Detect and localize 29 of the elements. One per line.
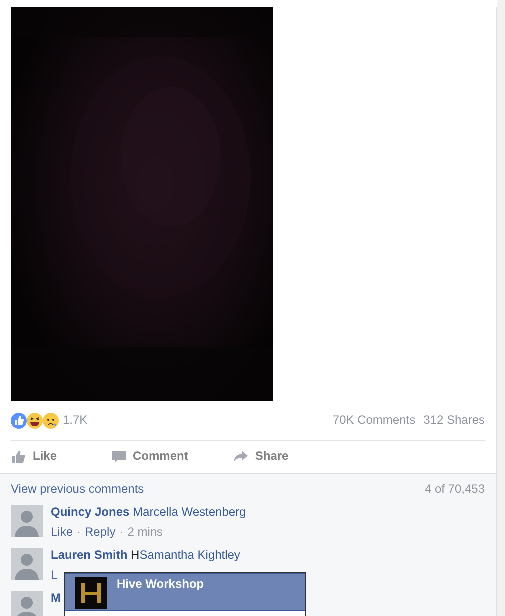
shares-count[interactable]: 312 Shares — [424, 413, 485, 428]
comment-text: Quincy Jones Marcella Westenberg — [51, 505, 246, 520]
separator-dot: · — [120, 525, 124, 540]
like-icon — [11, 448, 27, 464]
share-icon — [233, 448, 250, 464]
avatar[interactable] — [11, 591, 43, 616]
mention-suggestion[interactable]: Hive Workshop — [65, 573, 305, 611]
view-previous-comments-link[interactable]: View previous comments — [11, 482, 144, 497]
like-reaction-icon — [11, 412, 27, 428]
action-button[interactable]: Share — [233, 448, 289, 464]
comment-counter: 4 of 70,453 — [424, 482, 485, 497]
action-button[interactable]: Like — [11, 448, 58, 464]
avatar[interactable] — [11, 505, 43, 537]
sad-emoji-icon — [43, 412, 59, 428]
laughing-emoji-icon — [27, 412, 43, 428]
comment-action-link[interactable]: Like — [51, 525, 74, 540]
reaction-count[interactable]: 1.7K — [63, 413, 88, 428]
comment-text: Lauren Smith HSamantha Kightley — [51, 548, 240, 563]
comment-icon — [111, 448, 128, 464]
separator-dot: · — [77, 525, 82, 540]
comment-text: M — [51, 591, 61, 606]
page-logo — [75, 577, 107, 609]
scrollbar[interactable] — [497, 0, 505, 616]
comment-time: 2 mins — [128, 525, 164, 540]
comment-action-link[interactable]: L — [51, 568, 58, 583]
action-button[interactable]: Comment — [111, 448, 188, 464]
comment-action-link[interactable]: Reply — [85, 525, 116, 540]
avatar[interactable] — [11, 548, 43, 580]
comments-count[interactable]: 70K Comments — [332, 413, 416, 428]
